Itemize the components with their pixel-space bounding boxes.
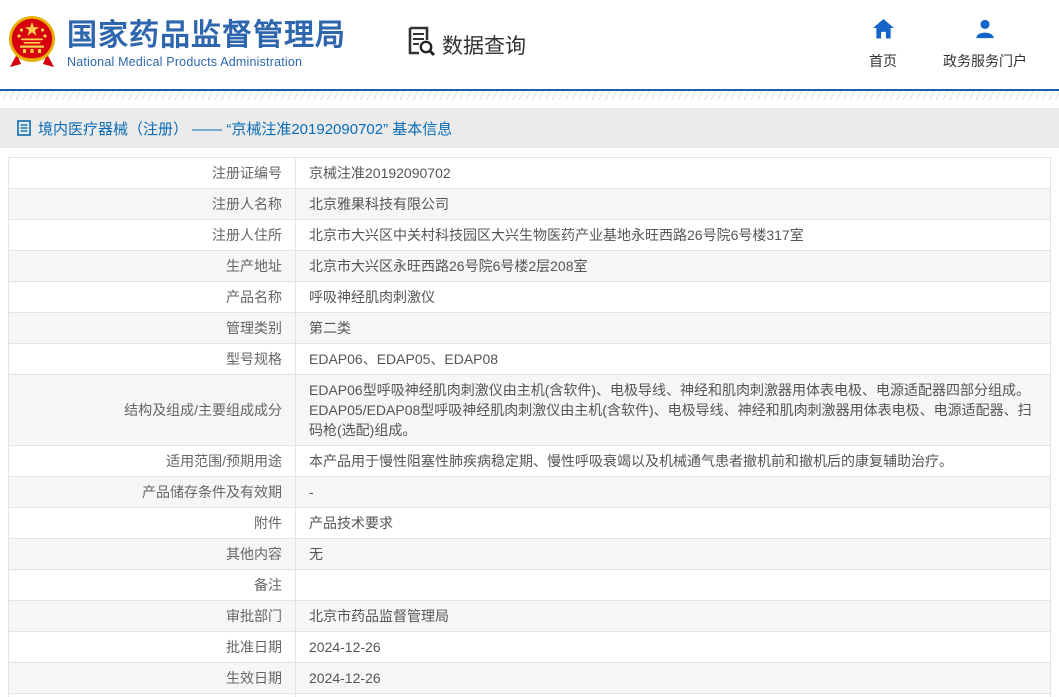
table-row: 产品名称呼吸神经肌肉刺激仪 [9,282,1051,313]
row-label: 审批部门 [9,601,296,632]
header-right-nav: 首页 政务服务门户 [869,19,1041,71]
row-value: EDAP06、EDAP05、EDAP08 [296,344,1051,375]
row-value: - [296,477,1051,508]
row-value [296,570,1051,601]
row-value: EDAP06型呼吸神经肌肉刺激仪由主机(含软件)、电极导线、神经和肌肉刺激器用体… [296,375,1051,446]
table-row: 产品储存条件及有效期- [9,477,1051,508]
row-label: 结构及组成/主要组成成分 [9,375,296,446]
table-row: 有效期至2029-12-25 [9,694,1051,697]
site-logo[interactable]: 国家药品监督管理局 National Medical Products Admi… [8,14,346,76]
org-name-en: National Medical Products Administration [67,55,346,69]
table-row: 生效日期2024-12-26 [9,663,1051,694]
row-label: 型号规格 [9,344,296,375]
row-label: 有效期至 [9,694,296,697]
row-value: 北京雅果科技有限公司 [296,189,1051,220]
table-row: 生产地址北京市大兴区永旺西路26号院6号楼2层208室 [9,251,1051,282]
hatch-band [0,91,1059,100]
row-label: 注册人住所 [9,220,296,251]
row-label: 附件 [9,508,296,539]
table-row: 注册人住所北京市大兴区中关村科技园区大兴生物医药产业基地永旺西路26号院6号楼3… [9,220,1051,251]
table-row: 型号规格EDAP06、EDAP05、EDAP08 [9,344,1051,375]
breadcrumb-text: 境内医疗器械（注册） —— “京械注准20192090702” 基本信息 [38,118,452,139]
table-row: 注册人名称北京雅果科技有限公司 [9,189,1051,220]
table-row: 批准日期2024-12-26 [9,632,1051,663]
row-value: 北京市大兴区中关村科技园区大兴生物医药产业基地永旺西路26号院6号楼317室 [296,220,1051,251]
row-label: 备注 [9,570,296,601]
table-row: 其他内容无 [9,539,1051,570]
breadcrumb: 境内医疗器械（注册） —— “京械注准20192090702” 基本信息 [0,108,1059,148]
table-row: 结构及组成/主要组成成分EDAP06型呼吸神经肌肉刺激仪由主机(含软件)、电极导… [9,375,1051,446]
home-icon [872,19,895,42]
row-value: 产品技术要求 [296,508,1051,539]
row-label: 注册证编号 [9,158,296,189]
national-emblem-icon [8,14,56,76]
row-value: 2024-12-26 [296,632,1051,663]
row-label: 其他内容 [9,539,296,570]
row-value: 2024-12-26 [296,663,1051,694]
row-value: 京械注准20192090702 [296,158,1051,189]
nav-home-label: 首页 [869,51,897,71]
nav-portal-label: 政务服务门户 [943,51,1027,71]
nav-portal[interactable]: 政务服务门户 [943,19,1027,71]
row-value: 呼吸神经肌肉刺激仪 [296,282,1051,313]
row-label: 管理类别 [9,313,296,344]
table-row: 管理类别第二类 [9,313,1051,344]
registration-info-table: 注册证编号京械注准20192090702注册人名称北京雅果科技有限公司注册人住所… [8,157,1051,697]
table-row: 审批部门北京市药品监督管理局 [9,601,1051,632]
user-icon [974,19,996,42]
document-icon [17,120,31,136]
row-value: 北京市大兴区永旺西路26号院6号楼2层208室 [296,251,1051,282]
table-row: 附件产品技术要求 [9,508,1051,539]
row-label: 生效日期 [9,663,296,694]
row-value: 2029-12-25 [296,694,1051,697]
row-label: 生产地址 [9,251,296,282]
org-name-zh: 国家药品监督管理局 [67,20,346,52]
table-row: 备注 [9,570,1051,601]
row-value: 第二类 [296,313,1051,344]
data-query-label: 数据查询 [442,30,526,60]
nav-data-query[interactable]: 数据查询 [408,26,526,63]
table-row: 注册证编号京械注准20192090702 [9,158,1051,189]
row-label: 适用范围/预期用途 [9,446,296,477]
row-value: 北京市药品监督管理局 [296,601,1051,632]
nav-home[interactable]: 首页 [869,19,897,71]
site-header: 国家药品监督管理局 National Medical Products Admi… [0,0,1059,89]
row-label: 注册人名称 [9,189,296,220]
row-value: 无 [296,539,1051,570]
data-query-icon [408,26,435,63]
row-label: 产品名称 [9,282,296,313]
row-label: 批准日期 [9,632,296,663]
row-label: 产品储存条件及有效期 [9,477,296,508]
row-value: 本产品用于慢性阻塞性肺疾病稳定期、慢性呼吸衰竭以及机械通气患者撤机前和撤机后的康… [296,446,1051,477]
table-row: 适用范围/预期用途本产品用于慢性阻塞性肺疾病稳定期、慢性呼吸衰竭以及机械通气患者… [9,446,1051,477]
